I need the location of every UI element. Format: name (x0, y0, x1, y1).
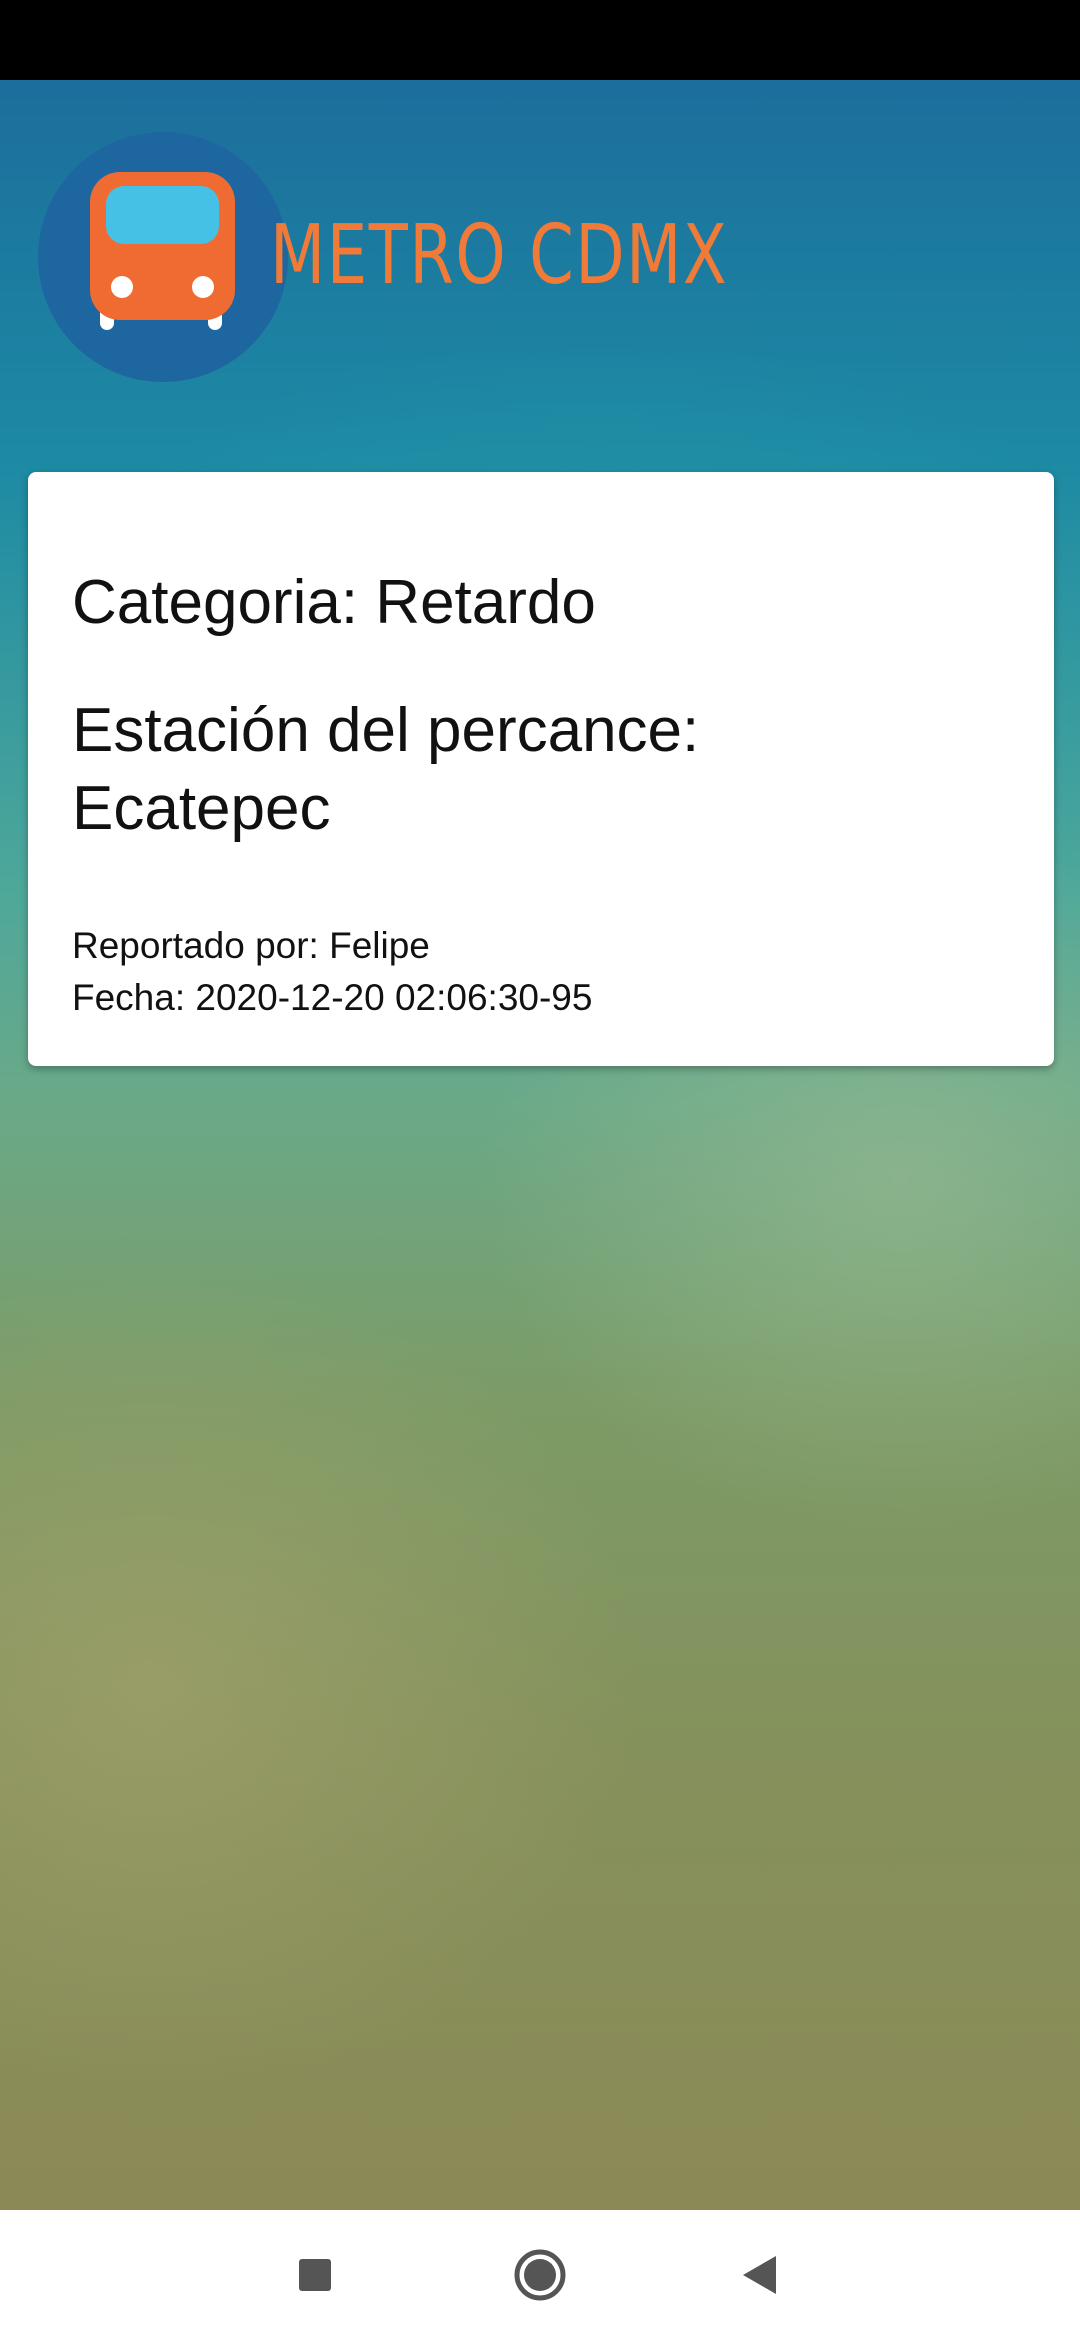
app-background (0, 80, 1080, 2210)
date-label: Fecha: (72, 977, 186, 1018)
app-logo: METRO CDMX (38, 132, 727, 392)
square-icon (299, 2259, 331, 2291)
triangle-back-icon (743, 2256, 776, 2294)
station-label: Estación del percance: (72, 696, 700, 765)
recents-button[interactable] (255, 2210, 375, 2340)
date-line: Fecha: 2020-12-20 02:06:30-95 (72, 972, 1010, 1024)
logo-title: METRO CDMX (270, 208, 729, 303)
home-button[interactable] (480, 2210, 600, 2340)
status-bar (0, 0, 1080, 80)
report-card: Categoria: Retardo Estación del percance… (28, 472, 1054, 1066)
app-screen: METRO CDMX Categoria: Retardo Estación d… (0, 0, 1080, 2340)
category-line: Categoria: Retardo (72, 564, 1010, 642)
category-label: Categoria: (72, 568, 359, 637)
station-block: Estación del percance: Ecatepec (72, 692, 1010, 848)
reported-by-line: Reportado por: Felipe (72, 920, 1010, 972)
back-button[interactable] (700, 2210, 820, 2340)
reported-by-value: Felipe (329, 925, 430, 966)
system-nav-bar (0, 2210, 1080, 2340)
category-value: Retardo (375, 568, 596, 637)
bus-icon (90, 172, 235, 330)
station-value: Ecatepec (72, 774, 331, 843)
date-value: 2020-12-20 02:06:30-95 (195, 977, 593, 1018)
reported-by-label: Reportado por: (72, 925, 319, 966)
circle-home-icon (514, 2249, 566, 2301)
